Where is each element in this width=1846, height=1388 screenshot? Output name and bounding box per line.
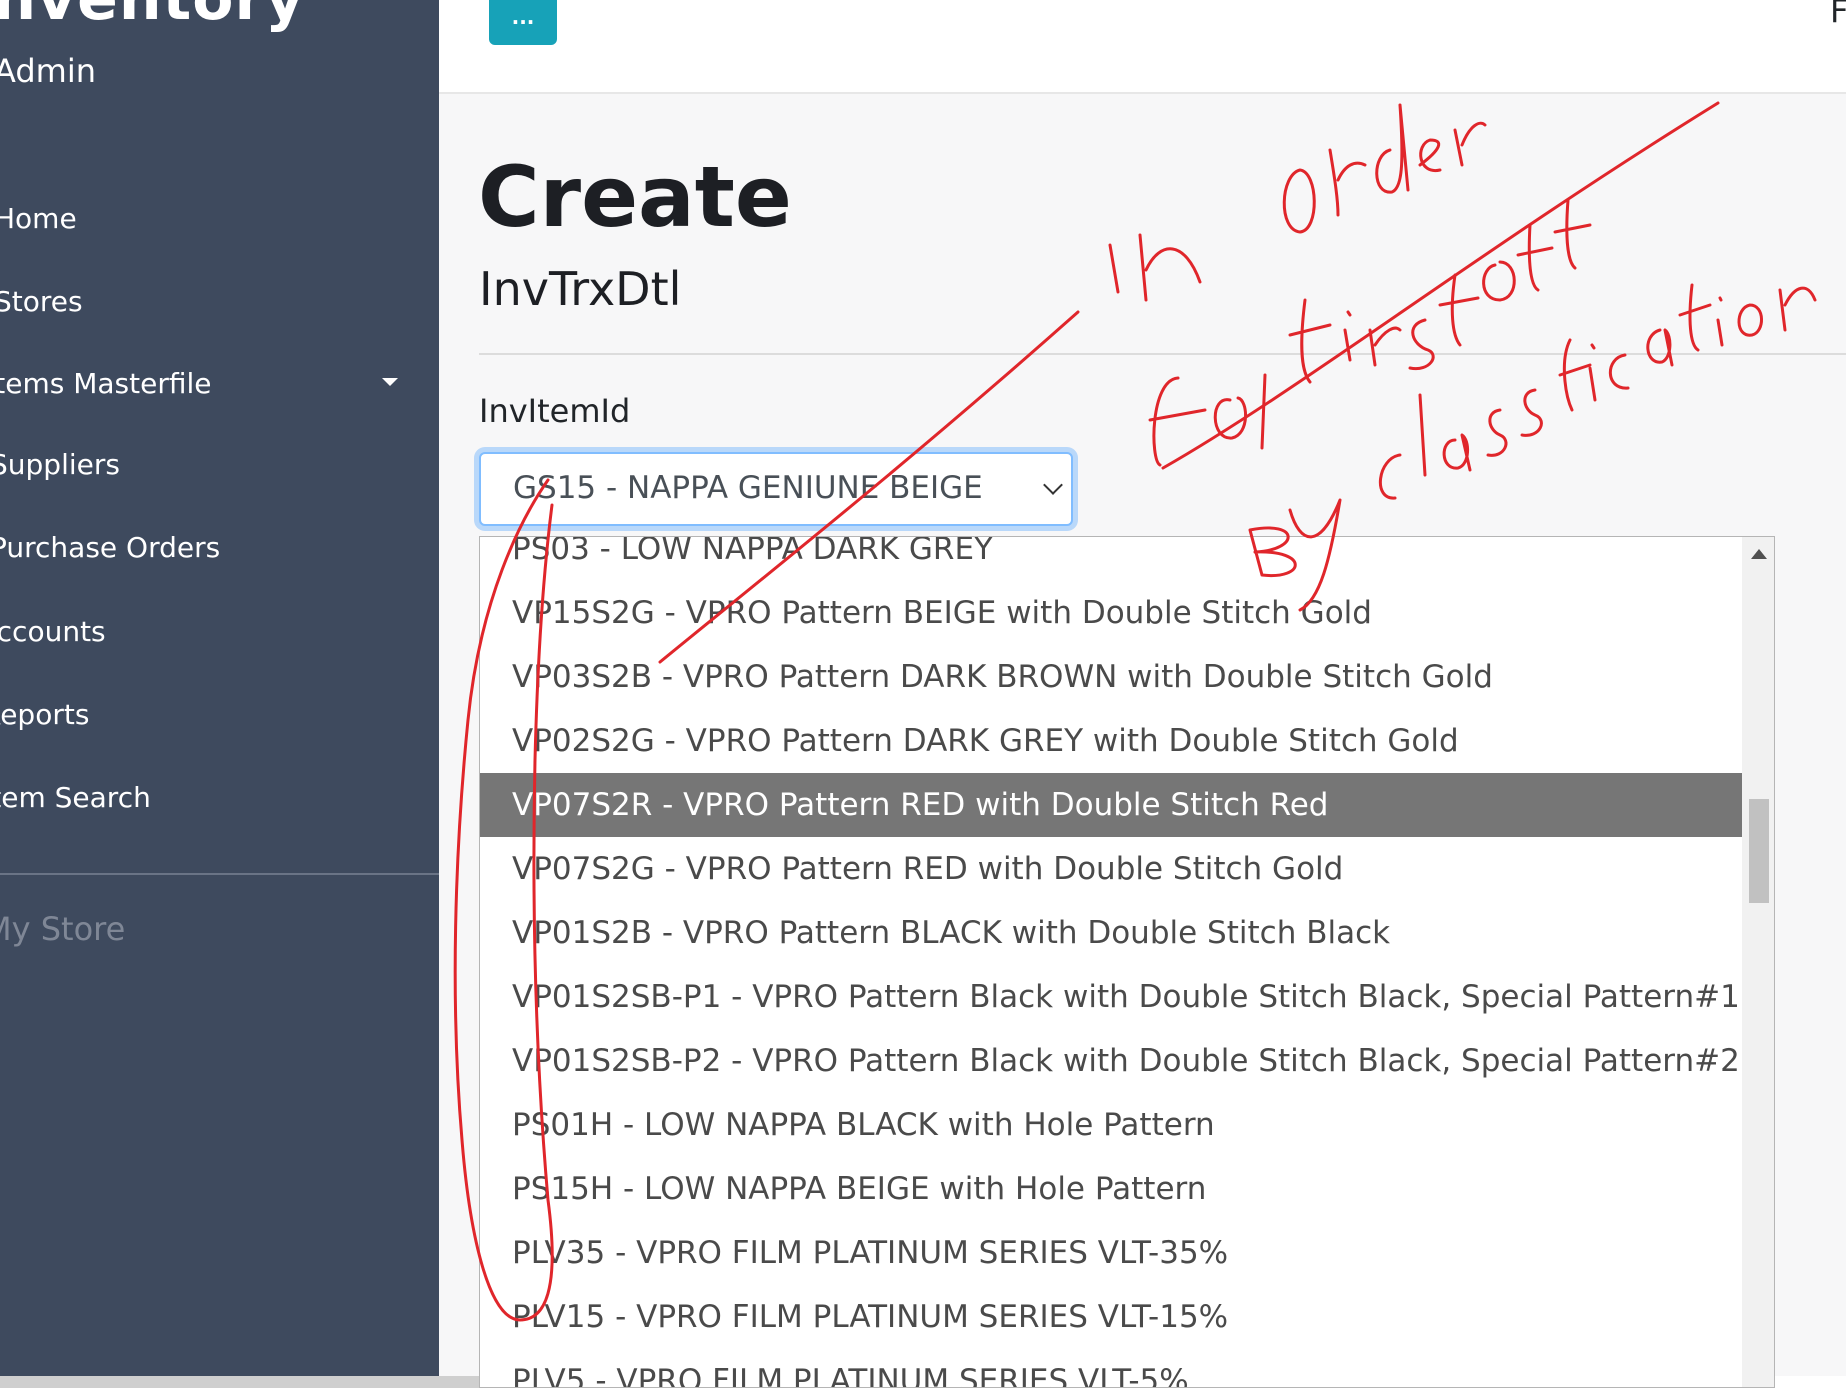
dropdown-option[interactable]: PS15H - LOW NAPPA BEIGE with Hole Patter…: [480, 1157, 1742, 1221]
dropdown-option[interactable]: VP03S2B - VPRO Pattern DARK BROWN with D…: [480, 645, 1742, 709]
invitemid-select[interactable]: GS15 - NAPPA GENIUNE BEIGE: [479, 452, 1073, 526]
dropdown-option[interactable]: VP01S2SB-P2 - VPRO Pattern Black with Do…: [480, 1029, 1742, 1093]
sidebar-item-purchase-orders[interactable]: Purchase Orders: [0, 523, 410, 573]
dropdown-scrollbar[interactable]: [1742, 537, 1774, 1387]
user-name: Admin: [0, 52, 96, 90]
sidebar-item-items-masterfile[interactable]: Items Masterfile: [0, 359, 406, 409]
sidebar-item-label: Item Search: [0, 781, 151, 814]
store-label[interactable]: My Store: [0, 910, 125, 948]
dropdown-option[interactable]: PS01H - LOW NAPPA BLACK with Hole Patter…: [480, 1093, 1742, 1157]
menu-toggle-button[interactable]: ...: [489, 0, 557, 45]
select-value: GS15 - NAPPA GENIUNE BEIGE: [513, 470, 983, 506]
sidebar-item-label: Accounts: [0, 615, 106, 648]
sidebar-divider: [0, 873, 439, 875]
sidebar-item-label: Home: [0, 202, 77, 235]
dropdown-option[interactable]: VP02S2G - VPRO Pattern DARK GREY with Do…: [480, 709, 1742, 773]
invitemid-label: InvItemId: [479, 392, 631, 430]
dropdown-option-highlighted[interactable]: VP07S2R - VPRO Pattern RED with Double S…: [480, 773, 1742, 837]
dropdown-option[interactable]: VP01S2B - VPRO Pattern BLACK with Double…: [480, 901, 1742, 965]
dropdown-option[interactable]: VP01S2SB-P1 - VPRO Pattern Black with Do…: [480, 965, 1742, 1029]
page-subtitle: InvTrxDtl: [479, 262, 682, 316]
scroll-up-arrow-icon[interactable]: [1751, 549, 1767, 559]
sidebar-item-label: Items Masterfile: [0, 367, 212, 400]
dropdown-option[interactable]: PS03 - LOW NAPPA DARK GREY: [480, 537, 1742, 581]
topbar-right-text[interactable]: F: [1830, 0, 1846, 30]
dropdown-option[interactable]: PLV15 - VPRO FILM PLATINUM SERIES VLT-15…: [480, 1285, 1742, 1349]
invitemid-dropdown-list[interactable]: PS03 - LOW NAPPA DARK GREY VP15S2G - VPR…: [479, 536, 1775, 1388]
sidebar-item-stores[interactable]: Stores: [0, 277, 414, 327]
chevron-down-icon[interactable]: [382, 378, 398, 386]
page-title: Create: [478, 148, 792, 246]
dropdown-option[interactable]: PLV35 - VPRO FILM PLATINUM SERIES VLT-35…: [480, 1221, 1742, 1285]
sidebar-item-label: Suppliers: [0, 448, 120, 481]
scrollbar-thumb[interactable]: [1749, 799, 1769, 903]
dropdown-option[interactable]: VP15S2G - VPRO Pattern BEIGE with Double…: [480, 581, 1742, 645]
sidebar-item-item-search[interactable]: Item Search: [0, 773, 402, 823]
chevron-down-icon: [1043, 475, 1063, 495]
dropdown-option[interactable]: PLV5 - VPRO FILM PLATINUM SERIES VLT-5%: [480, 1349, 1742, 1387]
divider: [479, 353, 1846, 355]
sidebar-item-label: Reports: [0, 698, 90, 731]
sidebar-item-label: Purchase Orders: [0, 531, 221, 564]
sidebar: Inventory Admin Home Stores Items Master…: [0, 0, 439, 1376]
top-navbar: [439, 0, 1846, 94]
app-brand: Inventory: [0, 0, 305, 34]
sidebar-item-home[interactable]: Home: [0, 194, 414, 244]
sidebar-item-label: Stores: [0, 285, 83, 318]
dropdown-option[interactable]: VP07S2G - VPRO Pattern RED with Double S…: [480, 837, 1742, 901]
bottom-strip: [0, 1376, 479, 1388]
sidebar-item-reports[interactable]: Reports: [0, 690, 402, 740]
sidebar-item-suppliers[interactable]: Suppliers: [0, 440, 410, 490]
sidebar-item-accounts[interactable]: Accounts: [0, 607, 398, 657]
